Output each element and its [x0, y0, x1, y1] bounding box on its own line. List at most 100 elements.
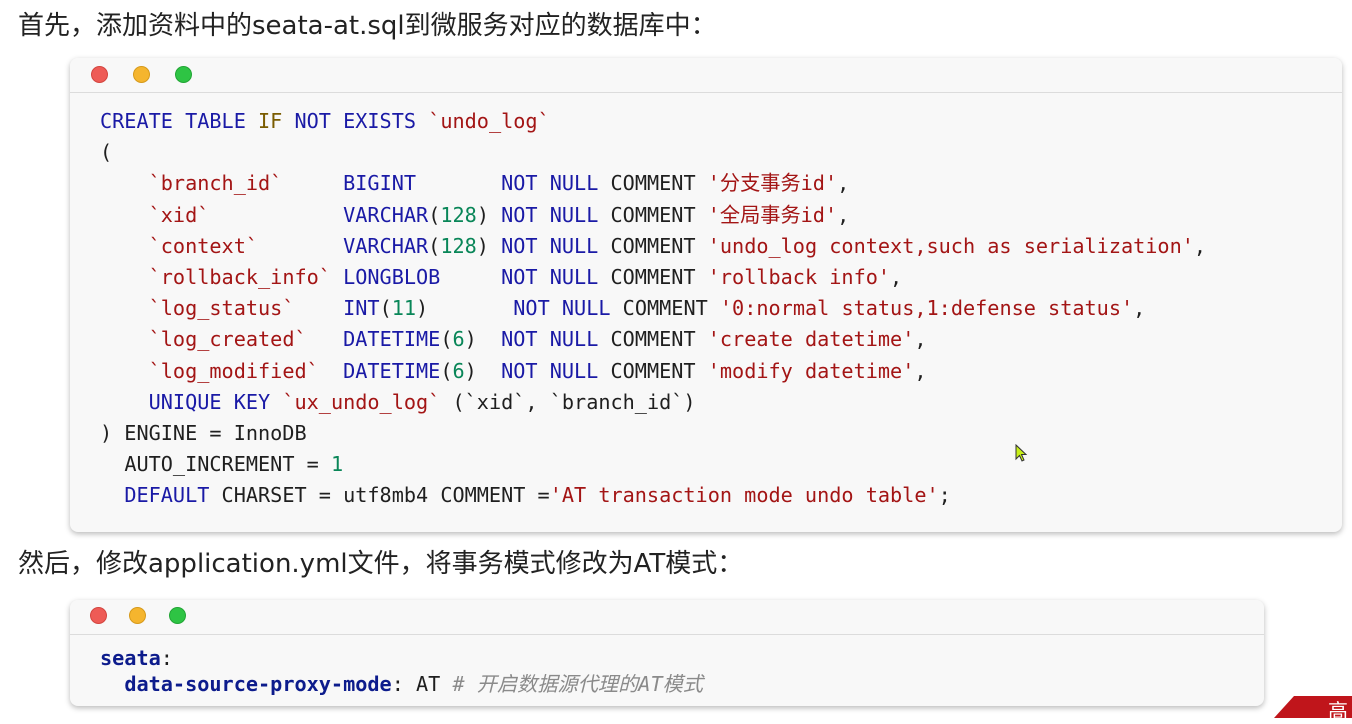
comma: ,	[837, 171, 850, 196]
corner-badge-text: 高	[1328, 699, 1348, 723]
column-comment: 'modify datetime'	[707, 358, 915, 383]
semicolon: ;	[938, 483, 951, 508]
comma: ,	[914, 358, 927, 383]
comment-keyword: COMMENT	[622, 296, 708, 321]
not-null-keyword: NOT NULL	[501, 265, 599, 290]
column-comment: '全局事务id'	[707, 202, 838, 227]
column-type: VARCHAR	[343, 202, 429, 227]
column-name: `xid`	[148, 202, 210, 227]
column-type-length: 128	[440, 233, 477, 258]
column-comment: 'rollback info'	[707, 265, 891, 290]
maximize-dot-icon	[175, 66, 192, 83]
comment-keyword: COMMENT	[610, 233, 696, 258]
column-definitions: `branch_id` BIGINT NOT NULL COMMENT '分支事…	[100, 171, 1206, 382]
yaml-root-key: seata	[100, 646, 161, 670]
index-columns: (`xid`, `branch_id`)	[440, 389, 696, 414]
column-type: BIGINT	[343, 171, 417, 196]
comma: ,	[1133, 296, 1146, 321]
yaml-mode-value: AT	[416, 672, 441, 696]
not-null-keyword: NOT NULL	[513, 296, 611, 321]
window-titlebar	[70, 600, 1264, 635]
column-comment: 'undo_log context,such as serialization'	[707, 233, 1194, 258]
comma: ,	[837, 202, 850, 227]
comment-keyword: COMMENT	[610, 171, 696, 196]
column-name: `rollback_info`	[148, 265, 331, 290]
table-name: `undo_log`	[428, 109, 550, 133]
column-type: LONGBLOB	[343, 265, 441, 290]
column-definition-row: `branch_id` BIGINT NOT NULL COMMENT '分支事…	[100, 171, 850, 196]
column-comment: 'create datetime'	[707, 327, 915, 352]
comma: ,	[890, 265, 903, 290]
column-definition-row: `log_status` INT(11) NOT NULL COMMENT '0…	[148, 296, 1146, 321]
minimize-dot-icon	[133, 66, 150, 83]
sql-keyword: IF	[258, 109, 283, 133]
column-type-length: 128	[440, 202, 477, 227]
not-null-keyword: NOT NULL	[501, 171, 599, 196]
not-null-keyword: NOT NULL	[501, 327, 599, 352]
table-comment: 'AT transaction mode undo table'	[549, 483, 939, 508]
column-type-length: 11	[391, 296, 417, 321]
charset-clause: CHARSET = utf8mb4 COMMENT =	[209, 483, 550, 508]
autoinc-value: 1	[330, 452, 344, 477]
autoinc-label: AUTO_INCREMENT =	[124, 452, 331, 477]
column-type: DATETIME	[343, 327, 441, 352]
maximize-dot-icon	[169, 607, 186, 624]
comment-keyword: COMMENT	[610, 327, 696, 352]
column-comment: '分支事务id'	[707, 171, 838, 196]
sql-keyword: NOT EXISTS	[294, 109, 417, 133]
config-paragraph: 然后，修改application.yml文件，将事务模式修改为AT模式：	[18, 549, 744, 579]
column-type: DATETIME	[343, 358, 441, 383]
index-name: `ux_undo_log`	[282, 389, 441, 414]
column-name: `log_status`	[148, 296, 295, 321]
column-definition-row: `xid` VARCHAR(128) NOT NULL COMMENT '全局事…	[148, 202, 850, 227]
not-null-keyword: NOT NULL	[501, 233, 599, 258]
yaml-code-block: seata: data-source-proxy-mode: AT # 开启数据…	[100, 646, 703, 696]
sql-keyword: UNIQUE KEY	[148, 389, 271, 414]
column-type: VARCHAR	[343, 233, 429, 258]
column-type-length: 6	[452, 327, 465, 352]
column-definition-row: `log_modified` DATETIME(6) NOT NULL COMM…	[148, 358, 927, 383]
mouse-cursor-icon	[1015, 444, 1028, 462]
not-null-keyword: NOT NULL	[501, 202, 599, 227]
column-type-length: 6	[452, 358, 465, 383]
comma: ,	[914, 327, 927, 352]
column-name: `branch_id`	[148, 171, 283, 196]
column-definition-row: `log_created` DATETIME(6) NOT NULL COMME…	[148, 327, 927, 352]
comment-keyword: COMMENT	[610, 202, 696, 227]
close-dot-icon	[91, 66, 108, 83]
window-titlebar	[70, 58, 1342, 93]
sql-code-window: CREATE TABLE IF NOT EXISTS `undo_log` ( …	[70, 58, 1342, 532]
not-null-keyword: NOT NULL	[501, 358, 599, 383]
column-comment: '0:normal status,1:defense status'	[719, 296, 1134, 321]
column-name: `log_created`	[148, 327, 307, 352]
comma: ,	[1193, 233, 1207, 258]
engine-line: ) ENGINE = InnoDB	[100, 421, 307, 446]
sql-keyword: DEFAULT	[124, 483, 210, 508]
yaml-comment: # 开启数据源代理的AT模式	[452, 672, 703, 696]
sql-keyword: CREATE TABLE	[100, 109, 246, 133]
column-definition-row: `context` VARCHAR(128) NOT NULL COMMENT …	[148, 233, 1207, 258]
column-name: `context`	[148, 233, 259, 258]
open-paren: (	[100, 140, 113, 165]
close-dot-icon	[90, 607, 107, 624]
comment-keyword: COMMENT	[610, 358, 696, 383]
sql-code-block: CREATE TABLE IF NOT EXISTS `undo_log` ( …	[100, 106, 1206, 512]
yaml-mode-key: data-source-proxy-mode	[124, 672, 392, 696]
intro-paragraph: 首先，添加资料中的seata-at.sql到微服务对应的数据库中：	[18, 11, 717, 41]
minimize-dot-icon	[129, 607, 146, 624]
column-definition-row: `rollback_info` LONGBLOB NOT NULL COMMEN…	[100, 265, 903, 290]
yaml-code-window: seata: data-source-proxy-mode: AT # 开启数据…	[70, 600, 1264, 706]
